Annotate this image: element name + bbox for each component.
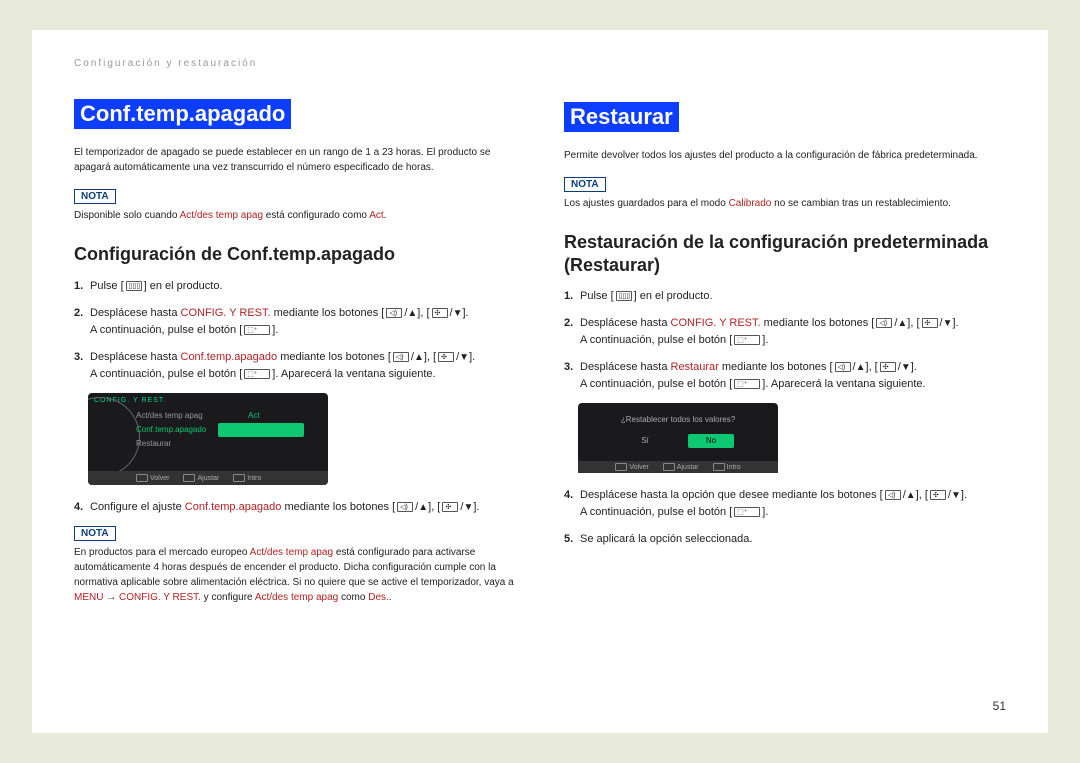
step-r2: Desplácese hasta CONFIG. Y REST. mediant… — [564, 315, 1006, 349]
document-page: Configuración y restauración Conf.temp.a… — [32, 30, 1048, 733]
sound-icon: ◁) — [835, 362, 851, 372]
osd-btn-intro: Intro — [233, 474, 261, 482]
enter-icon: ⬚⁺ — [734, 335, 760, 345]
step-4: Configure el ajuste Conf.temp.apagado me… — [74, 499, 516, 516]
step-r3: Desplácese hasta Restaurar mediante los … — [564, 359, 1006, 393]
steps-left-2: Configure el ajuste Conf.temp.apagado me… — [74, 499, 516, 516]
osd-btn-volver: Volver — [615, 463, 648, 471]
mode-icon: ✣ — [922, 318, 938, 328]
osd-btn-yes: Sí — [622, 434, 668, 448]
mode-icon: ✣ — [438, 352, 454, 362]
sound-icon: ◁) — [876, 318, 892, 328]
nota-label: NOTA — [74, 189, 116, 204]
steps-right-2: Desplácese hasta la opción que desee med… — [564, 487, 1006, 548]
column-right: Restaurar Permite devolver todos los aju… — [564, 58, 1006, 713]
mode-icon: ✣ — [880, 362, 896, 372]
nota-text-2: En productos para el mercado europeo Act… — [74, 545, 516, 605]
subhead-restore: Restauración de la configuración predete… — [564, 231, 1006, 276]
menu-icon: ▯▯▯ — [616, 291, 632, 301]
subhead-config: Configuración de Conf.temp.apagado — [74, 243, 516, 266]
mode-icon: ✣ — [930, 490, 946, 500]
title-restaurar: Restaurar — [564, 102, 679, 132]
osd-btn-ajustar: Ajustar — [183, 474, 219, 482]
nota-label: NOTA — [564, 177, 606, 192]
column-left: Configuración y restauración Conf.temp.a… — [74, 58, 516, 713]
mode-icon: ✣ — [432, 308, 448, 318]
title-conf-temp-apagado: Conf.temp.apagado — [74, 99, 291, 129]
step-2: Desplácese hasta CONFIG. Y REST. mediant… — [74, 305, 516, 339]
enter-icon: ⬚⁺ — [734, 507, 760, 517]
step-r5: Se aplicará la opción seleccionada. — [564, 531, 1006, 548]
step-1: Pulse [▯▯▯] en el producto. — [74, 278, 516, 295]
sound-icon: ◁) — [386, 308, 402, 318]
menu-icon: ▯▯▯ — [126, 281, 142, 291]
osd-btn-ajustar: Ajustar — [663, 463, 699, 471]
mode-icon: ✣ — [442, 502, 458, 512]
page-header: Configuración y restauración — [74, 58, 516, 69]
sound-icon: ◁) — [885, 490, 901, 500]
intro-text-r: Permite devolver todos los ajustes del p… — [564, 148, 1006, 163]
steps-right: Pulse [▯▯▯] en el producto. Desplácese h… — [564, 288, 1006, 393]
osd-btn-no: No — [688, 434, 734, 448]
osd-screenshot-left: CONFIG. Y REST. Act/des temp apag Act Co… — [88, 393, 328, 485]
osd-screenshot-right: ¿Restablecer todos los valores? Sí No Vo… — [578, 403, 778, 473]
enter-icon: ⬚⁺ — [244, 325, 270, 335]
nota-label: NOTA — [74, 526, 116, 541]
osd-btn-volver: Volver — [136, 474, 169, 482]
intro-text: El temporizador de apagado se puede esta… — [74, 145, 516, 175]
nota-text-r1: Los ajustes guardados para el modo Calib… — [564, 196, 1006, 211]
osd-btn-intro: Intro — [713, 463, 741, 471]
nota-text-1: Disponible solo cuando Act/des temp apag… — [74, 208, 516, 223]
step-3: Desplácese hasta Conf.temp.apagado media… — [74, 349, 516, 383]
enter-icon: ⬚⁺ — [244, 369, 270, 379]
steps-left: Pulse [▯▯▯] en el producto. Desplácese h… — [74, 278, 516, 383]
sound-icon: ◁) — [397, 502, 413, 512]
step-r4: Desplácese hasta la opción que desee med… — [564, 487, 1006, 521]
sound-icon: ◁) — [393, 352, 409, 362]
step-r1: Pulse [▯▯▯] en el producto. — [564, 288, 1006, 305]
page-number: 51 — [993, 699, 1006, 713]
enter-icon: ⬚⁺ — [734, 379, 760, 389]
